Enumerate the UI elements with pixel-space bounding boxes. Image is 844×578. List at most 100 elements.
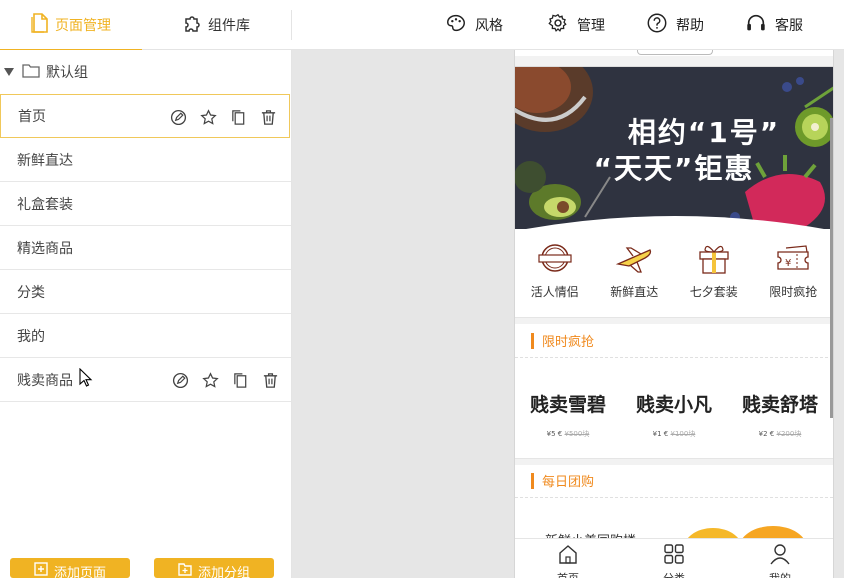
banner-subheadline: “天天”钜惠 <box>593 152 755 185</box>
quick-nav-label: 新鲜直达 <box>610 285 659 299</box>
banner-wave <box>526 216 824 229</box>
tab-page-management[interactable]: 页面管理 <box>0 0 142 51</box>
preview-scrollbar[interactable] <box>830 118 833 418</box>
tab-label: 页面管理 <box>55 18 111 34</box>
group-header[interactable]: 默认组 <box>0 50 291 94</box>
edit-icon[interactable] <box>169 108 187 126</box>
puzzle-icon <box>182 13 202 37</box>
add-group-label: 添加分组 <box>197 566 250 578</box>
flash-item-price: ¥2 € ¥200块 <box>759 429 802 439</box>
trash-icon[interactable] <box>261 371 279 389</box>
price-old: ¥100块 <box>670 430 696 438</box>
group-buy-title: 每日团购 <box>542 475 595 490</box>
add-page-button[interactable]: 添加页面 <box>10 558 130 578</box>
nav-label: 风格 <box>475 18 503 34</box>
quick-nav: 活人情侣 新鲜直达 七夕套装 ¥ 限时疯抢 <box>515 228 833 318</box>
flash-item[interactable]: 贱卖小凡 ¥1 € ¥100块 <box>621 388 727 458</box>
quick-nav-item[interactable]: 活人情侣 <box>515 228 595 318</box>
folder-icon <box>22 63 40 82</box>
gift-icon <box>695 242 733 277</box>
quick-nav-label: 限时疯抢 <box>769 285 818 299</box>
page-item-label: 新鲜直达 <box>17 152 73 169</box>
phone-preview: 相约“1号” “天天”钜惠 活人情侣 新鲜直达 七夕套装 ¥ 限时疯抢 限时疯抢… <box>514 50 834 578</box>
star-icon[interactable] <box>201 371 219 389</box>
section-accent-bar <box>531 332 534 349</box>
headset-icon <box>745 12 767 38</box>
tab-home[interactable]: 首页 <box>515 539 621 578</box>
page-icon <box>31 13 49 37</box>
page-item-label: 我的 <box>17 328 45 345</box>
page-sidebar: 默认组 首页 新鲜直达 礼盒套装 精选商品 分类 我的 贱卖商品 <box>0 50 292 578</box>
quick-nav-item[interactable]: ¥ 限时疯抢 <box>754 228 834 318</box>
page-item-fresh[interactable]: 新鲜直达 <box>0 138 291 182</box>
page-item-home[interactable]: 首页 <box>0 94 290 138</box>
palette-icon <box>445 12 467 38</box>
nav-help[interactable]: 帮助 <box>646 0 704 50</box>
divider <box>291 10 292 40</box>
svg-text:¥: ¥ <box>785 258 791 269</box>
caret-down-icon <box>4 68 14 76</box>
grid-icon <box>663 543 685 568</box>
tab-label: 我的 <box>769 570 791 578</box>
tab-label: 组件库 <box>208 18 250 34</box>
nav-manage[interactable]: 管理 <box>547 0 605 50</box>
copy-icon[interactable] <box>231 371 249 389</box>
item-actions <box>171 358 279 402</box>
star-icon[interactable] <box>199 108 217 126</box>
tab-mine[interactable]: 我的 <box>727 539 833 578</box>
group-name: 默认组 <box>46 65 88 81</box>
add-group-button[interactable]: 添加分组 <box>154 558 274 578</box>
mouse-cursor-icon <box>79 368 93 387</box>
tab-component-library[interactable]: 组件库 <box>142 0 290 50</box>
flash-item-price: ¥1 € ¥100块 <box>653 429 696 439</box>
price-current: ¥2 € <box>758 430 775 438</box>
page-item-mine[interactable]: 我的 <box>0 314 291 358</box>
flash-item-name: 贱卖小凡 <box>635 394 712 416</box>
section-accent-bar <box>531 472 534 489</box>
page-item-featured[interactable]: 精选商品 <box>0 226 291 270</box>
quick-nav-item[interactable]: 新鲜直达 <box>595 228 675 318</box>
page-item-category[interactable]: 分类 <box>0 270 291 314</box>
page-item-clearance[interactable]: 贱卖商品 <box>0 358 291 402</box>
nav-support[interactable]: 客服 <box>745 0 803 50</box>
badge-icon <box>536 242 574 277</box>
trash-icon[interactable] <box>259 108 277 126</box>
page-item-label: 贱卖商品 <box>17 372 73 389</box>
page-item-label: 分类 <box>17 284 45 301</box>
promo-banner[interactable]: 相约“1号” “天天”钜惠 <box>515 67 833 229</box>
flash-item-price: ¥5 € ¥500块 <box>547 429 590 439</box>
top-bar: 页面管理 组件库 风格 管理 帮助 客服 <box>0 0 844 51</box>
flash-sale-header: 限时疯抢 <box>515 324 833 358</box>
home-icon <box>557 543 579 568</box>
status-strip <box>515 56 833 67</box>
nav-label: 管理 <box>577 18 605 34</box>
help-icon <box>646 12 668 38</box>
phone-notch <box>637 50 713 55</box>
page-item-giftbox[interactable]: 礼盒套装 <box>0 182 291 226</box>
flash-item-name: 贱卖舒塔 <box>741 394 818 416</box>
page-item-label: 精选商品 <box>17 240 73 257</box>
section-separator <box>515 317 833 324</box>
price-old: ¥200块 <box>776 430 802 438</box>
nav-label: 客服 <box>775 18 803 34</box>
banner-headline: 相约“1号” <box>627 116 781 149</box>
flash-item[interactable]: 贱卖雪碧 ¥5 € ¥500块 <box>515 388 621 458</box>
flash-sale-list: 贱卖雪碧 ¥5 € ¥500块 贱卖小凡 ¥1 € ¥100块 贱卖舒塔 ¥2 … <box>515 388 833 458</box>
flash-item-name: 贱卖雪碧 <box>529 394 606 416</box>
edit-icon[interactable] <box>171 371 189 389</box>
coupon-icon: ¥ <box>774 242 812 277</box>
nav-label: 帮助 <box>676 18 704 34</box>
copy-icon[interactable] <box>229 108 247 126</box>
nav-style[interactable]: 风格 <box>445 0 503 50</box>
add-page-icon <box>34 562 48 578</box>
add-page-label: 添加页面 <box>53 566 106 578</box>
quick-nav-label: 活人情侣 <box>530 285 579 299</box>
page-item-label: 礼盒套装 <box>17 196 73 213</box>
tab-category[interactable]: 分类 <box>621 539 727 578</box>
flash-item[interactable]: 贱卖舒塔 ¥2 € ¥200块 <box>727 388 833 458</box>
user-icon <box>769 543 791 568</box>
quick-nav-item[interactable]: 七夕套装 <box>674 228 754 318</box>
group-buy-header: 每日团购 <box>515 464 833 498</box>
tab-label: 分类 <box>663 570 685 578</box>
gear-icon <box>547 12 569 38</box>
